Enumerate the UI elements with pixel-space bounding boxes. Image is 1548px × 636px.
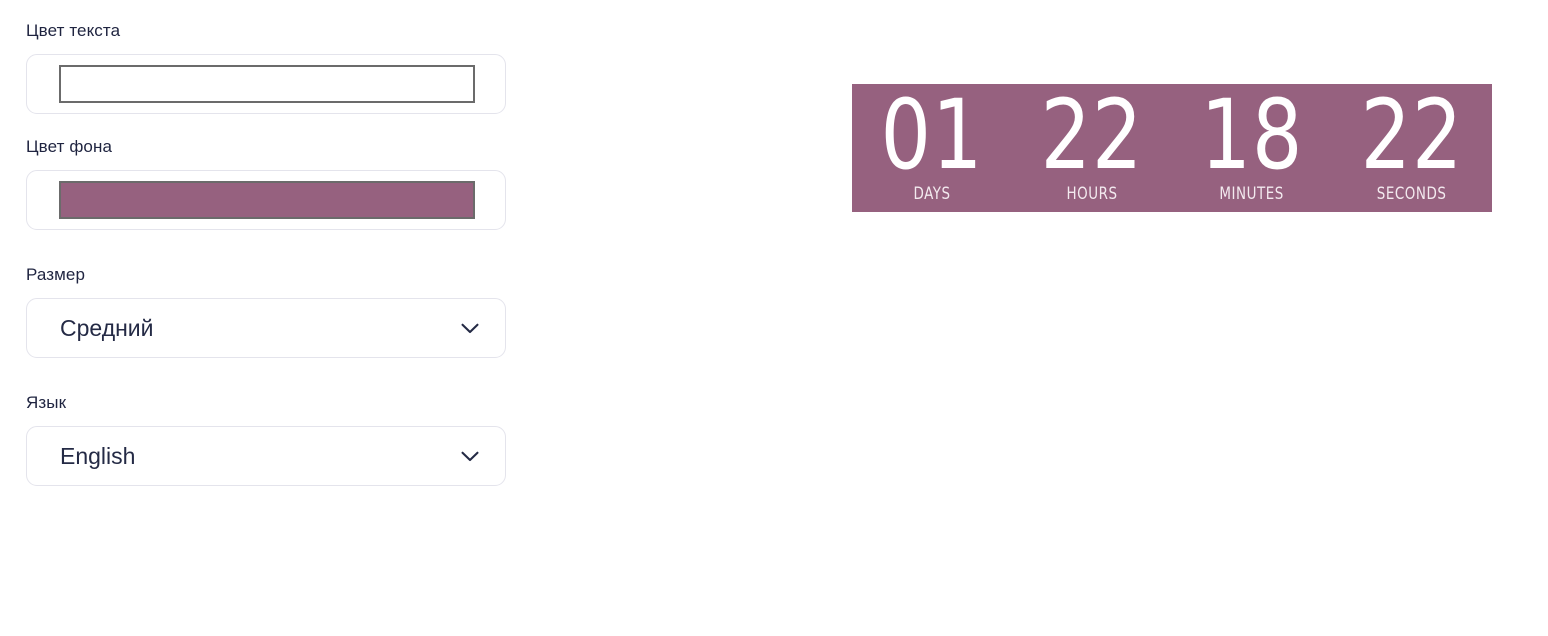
countdown-minutes-label: MINUTES (1219, 184, 1285, 204)
countdown-hours-value: 22 (1040, 84, 1144, 191)
background-color-label: Цвет фона (26, 137, 112, 156)
text-color-swatch[interactable] (59, 65, 475, 103)
text-color-picker[interactable] (26, 54, 506, 114)
language-label: Язык (26, 393, 67, 412)
size-label: Размер (26, 265, 86, 284)
language-select-value: English (60, 443, 136, 469)
countdown-days-value: 01 (880, 84, 984, 191)
countdown-unit-minutes: 18 MINUTES (1172, 84, 1332, 204)
countdown-seconds-value: 22 (1360, 84, 1464, 191)
chevron-down-icon (461, 451, 479, 462)
field-group-language: Язык English (26, 392, 506, 486)
countdown-days-label: DAYS (913, 184, 951, 204)
settings-panel: Цвет текста Цвет фона Размер Средний Язы… (26, 20, 506, 508)
size-select[interactable]: Средний (26, 298, 506, 358)
language-select[interactable]: English (26, 426, 506, 486)
chevron-down-icon (461, 323, 479, 334)
size-select-value: Средний (60, 315, 154, 341)
countdown-unit-days: 01 DAYS (852, 84, 1012, 204)
countdown-unit-seconds: 22 SECONDS (1332, 84, 1492, 204)
countdown-seconds-label: SECONDS (1377, 184, 1447, 204)
countdown-hours-label: HOURS (1066, 184, 1118, 204)
countdown-minutes-value: 18 (1200, 84, 1304, 191)
field-group-size: Размер Средний (26, 264, 506, 358)
countdown-unit-hours: 22 HOURS (1012, 84, 1172, 204)
countdown-preview: 01 DAYS 22 HOURS 18 MINUTES 22 SECONDS (852, 84, 1492, 212)
background-color-picker[interactable] (26, 170, 506, 230)
field-group-background-color: Цвет фона (26, 136, 506, 230)
background-color-swatch[interactable] (59, 181, 475, 219)
field-group-text-color: Цвет текста (26, 20, 506, 114)
text-color-label: Цвет текста (26, 21, 121, 40)
